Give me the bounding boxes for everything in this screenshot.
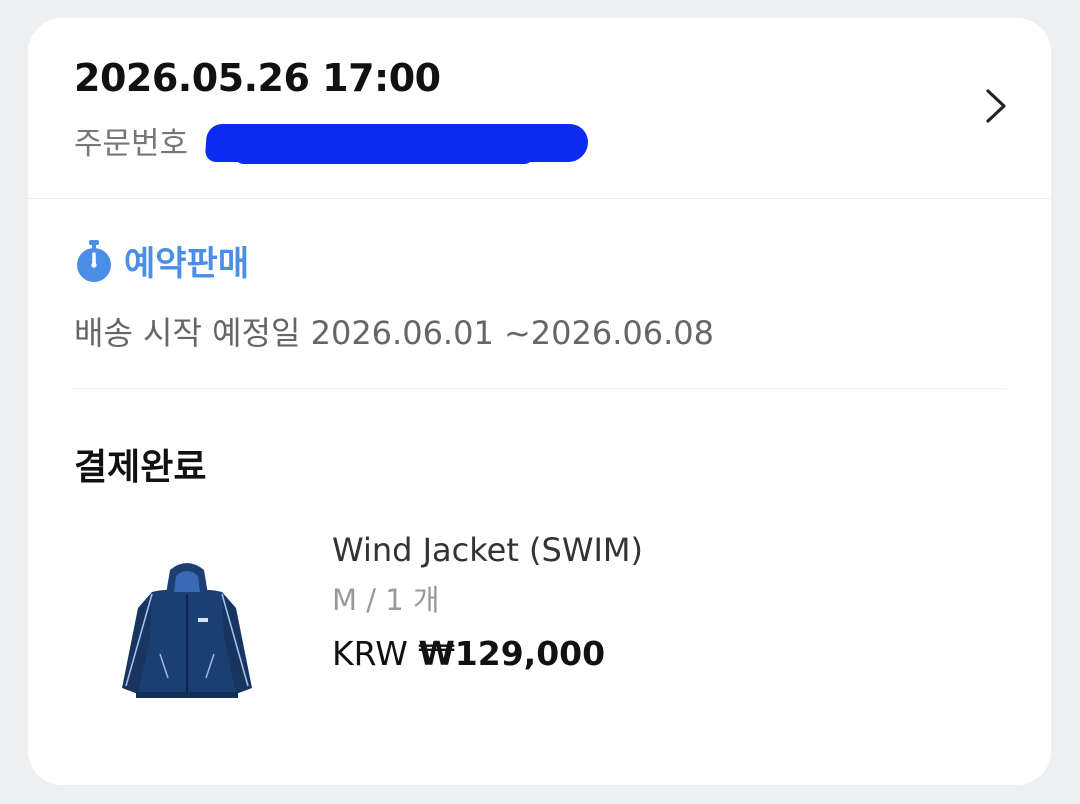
chevron-right-icon[interactable] bbox=[974, 84, 1018, 128]
shipping-date-text: 배송 시작 예정일 2026.06.01 ~2026.06.08 bbox=[74, 314, 715, 352]
divider bbox=[72, 388, 1007, 389]
product-image[interactable] bbox=[112, 558, 262, 708]
preorder-label: 예약판매 bbox=[124, 244, 250, 284]
preorder-row: 예약판매 bbox=[74, 236, 249, 285]
product-info[interactable]: Wind Jacket (SWIM) M / 1 개 KRW ₩129,000 bbox=[332, 530, 643, 676]
product-price: KRW ₩129,000 bbox=[332, 632, 643, 676]
stopwatch-icon bbox=[77, 239, 111, 282]
order-card[interactable]: 2026.05.26 17:00 주문번호 예약판매 배송 시작 예정일 202… bbox=[28, 18, 1051, 785]
order-number-redaction-stroke bbox=[234, 144, 534, 164]
price-amount: ₩129,000 bbox=[418, 634, 606, 673]
product-name: Wind Jacket (SWIM) bbox=[332, 531, 643, 569]
payment-status: 결제완료 bbox=[74, 447, 207, 488]
divider bbox=[28, 198, 1051, 199]
product-option: M / 1 개 bbox=[332, 583, 440, 617]
order-date: 2026.05.26 17:00 bbox=[74, 56, 441, 100]
order-number-label: 주문번호 bbox=[74, 126, 189, 162]
price-currency: KRW bbox=[332, 634, 408, 673]
order-number-row: 주문번호 bbox=[74, 118, 590, 164]
